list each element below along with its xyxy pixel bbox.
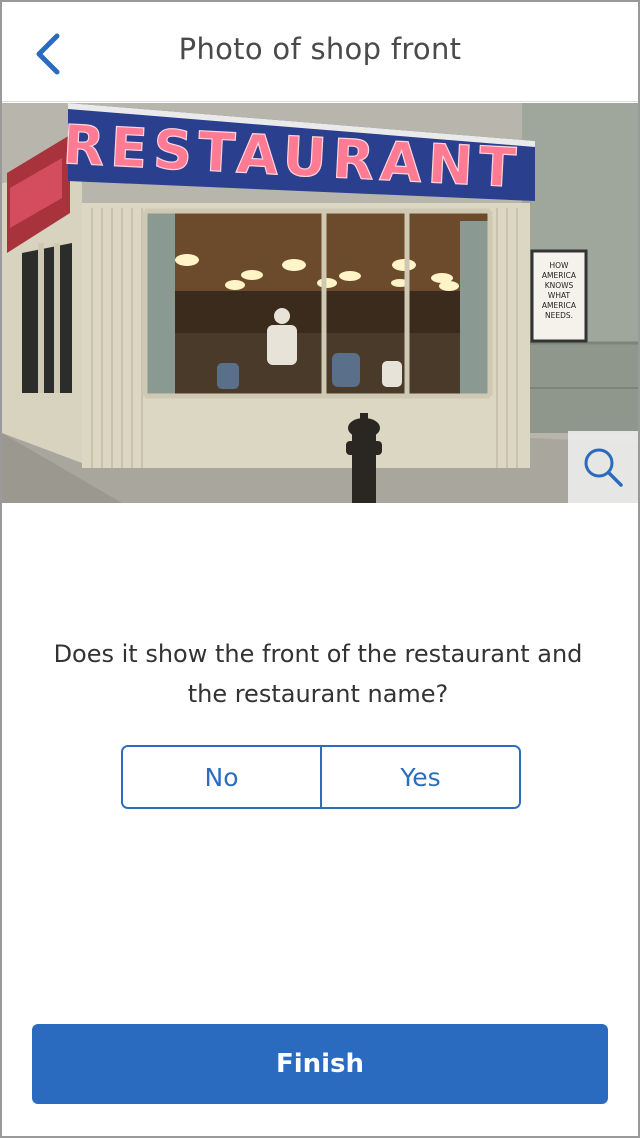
answer-toggle: No Yes [121, 745, 521, 809]
no-button[interactable]: No [123, 747, 320, 807]
page-title: Photo of shop front [178, 32, 462, 66]
zoom-button[interactable] [568, 431, 638, 503]
poster-line: NEEDS. [545, 311, 573, 320]
poster-line: WHAT [548, 291, 571, 300]
restaurant-photo-image: RESTAURANT HOW AMERICA KNOWS WHAT AMERIC… [2, 103, 638, 503]
finish-button[interactable]: Finish [32, 1024, 608, 1104]
magnifier-icon [584, 448, 623, 487]
poster-line: AMERICA [542, 301, 577, 310]
question-text: Does it show the front of the restaurant… [53, 640, 583, 708]
poster-line: AMERICA [542, 271, 577, 280]
header-bar: Photo of shop front [2, 2, 638, 102]
shop-front-photo: RESTAURANT HOW AMERICA KNOWS WHAT AMERIC… [2, 103, 638, 503]
yes-button[interactable]: Yes [320, 747, 519, 807]
poster-line: HOW [550, 261, 570, 270]
app-screen: Photo of shop front RESTAURANT HOW AMERI… [0, 0, 640, 1138]
poster-line: KNOWS [545, 281, 574, 290]
